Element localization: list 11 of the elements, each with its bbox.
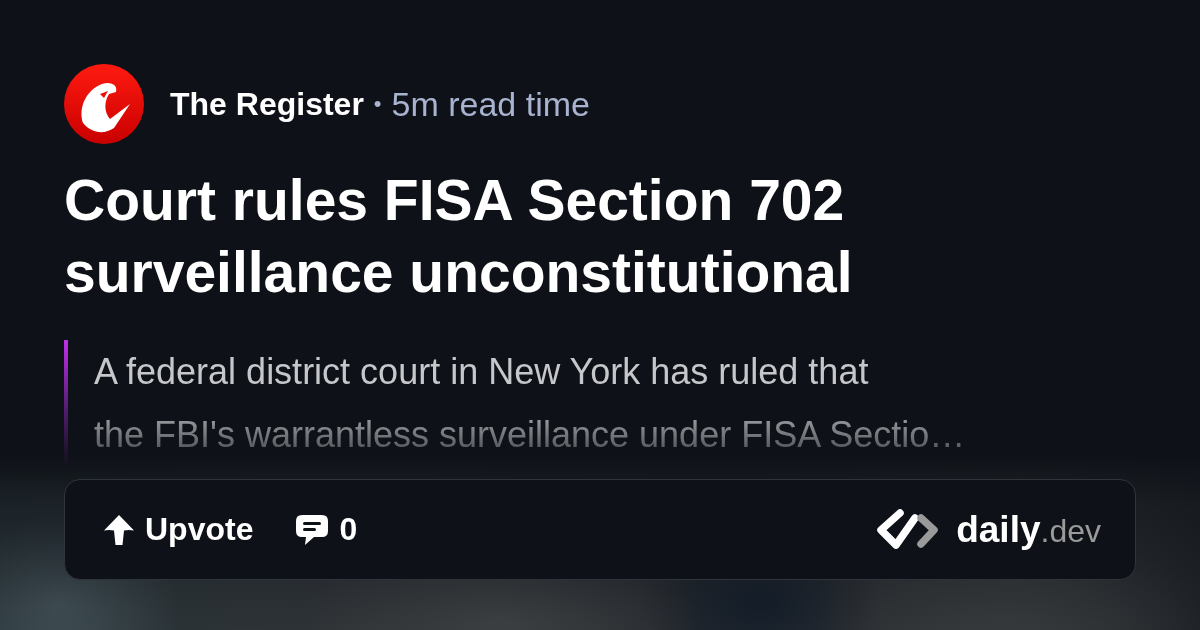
source-logo-icon [64,64,144,144]
read-time: 5m read time [391,84,590,124]
article-title: Court rules FISA Section 702 surveillance unconstitutional [64,167,854,306]
comment-icon [295,513,330,546]
comments-button[interactable]: 0 [295,511,358,548]
upvote-button[interactable]: Upvote [103,511,254,548]
article-summary: A federal district court in New York has ruled that the FBI's warrantless surveillance under FISA Sectio… [94,350,966,457]
arrow-up-icon [103,513,135,546]
brand-wordmark: daily.dev [956,508,1101,551]
source-name: The Register [170,85,364,123]
bullet-separator: • [373,91,382,117]
